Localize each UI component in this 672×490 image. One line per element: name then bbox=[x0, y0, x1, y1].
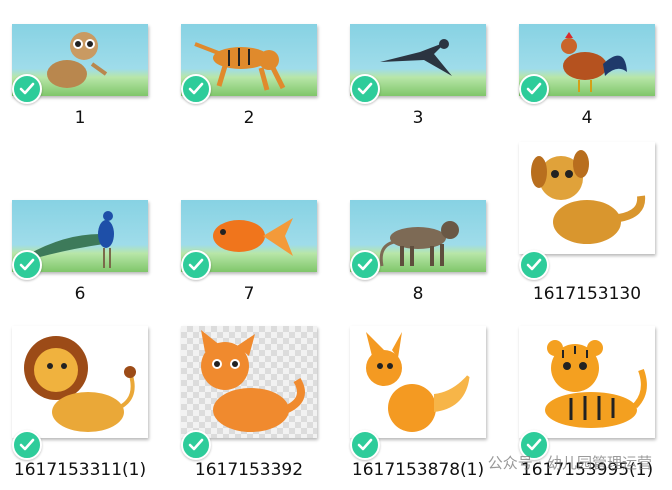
thumbnail[interactable] bbox=[519, 142, 655, 254]
file-name[interactable]: 7 bbox=[181, 284, 317, 304]
check-circle-icon[interactable] bbox=[519, 74, 549, 104]
file-name[interactable]: 1617153130 bbox=[511, 284, 663, 304]
cartoon-tiger-cub-picture bbox=[545, 340, 647, 428]
file-name[interactable]: 8 bbox=[350, 284, 486, 304]
check-circle-icon[interactable] bbox=[350, 250, 380, 280]
file-name[interactable]: 3 bbox=[350, 108, 486, 128]
check-circle-icon[interactable] bbox=[12, 430, 42, 460]
check-circle-icon[interactable] bbox=[181, 250, 211, 280]
check-circle-icon[interactable] bbox=[350, 430, 380, 460]
check-circle-icon[interactable] bbox=[12, 74, 42, 104]
check-circle-icon[interactable] bbox=[519, 250, 549, 280]
cartoon-lion-picture bbox=[24, 336, 136, 432]
file-name[interactable]: 2 bbox=[181, 108, 317, 128]
thumbnail[interactable] bbox=[350, 326, 486, 438]
file-name[interactable]: 6 bbox=[12, 284, 148, 304]
cartoon-fox-picture bbox=[366, 332, 474, 432]
check-circle-icon[interactable] bbox=[350, 74, 380, 104]
check-circle-icon[interactable] bbox=[181, 74, 211, 104]
watermark: 公众号 · 幼儿园管理运营 bbox=[487, 454, 652, 472]
file-name[interactable]: 1 bbox=[12, 108, 148, 128]
thumbnail[interactable] bbox=[181, 326, 317, 438]
file-name[interactable]: 1617153392 bbox=[181, 460, 317, 480]
cartoon-cat-picture bbox=[201, 330, 305, 432]
file-name[interactable]: 1617153311(1) bbox=[4, 460, 156, 480]
check-circle-icon[interactable] bbox=[181, 430, 211, 460]
thumbnail[interactable] bbox=[519, 326, 655, 438]
file-name[interactable]: 1617153878(1) bbox=[342, 460, 494, 480]
check-circle-icon[interactable] bbox=[12, 250, 42, 280]
file-name[interactable]: 4 bbox=[519, 108, 655, 128]
thumbnail[interactable] bbox=[12, 326, 148, 438]
cartoon-dog-picture bbox=[531, 150, 646, 244]
